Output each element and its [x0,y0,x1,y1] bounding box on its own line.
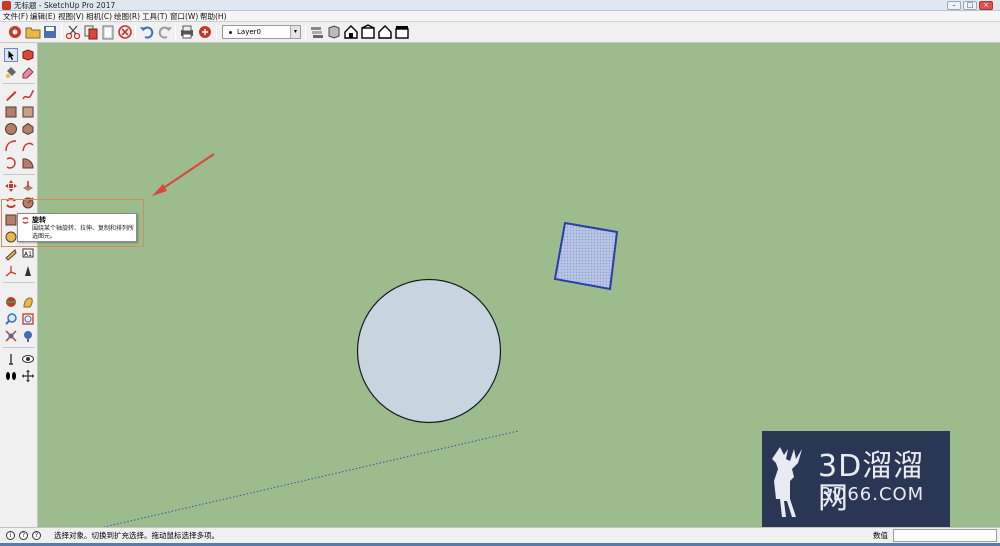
top-view-icon[interactable] [360,24,376,40]
toolbar-separator [61,25,62,40]
rectangle-icon[interactable] [4,105,18,119]
toolbar-separator [175,25,176,40]
status-text: 选择对象。切换到扩充选择。拖动鼠标选择多项。 [54,531,219,540]
maximize-button[interactable]: □ [963,1,977,10]
window-title: 无标题 - SketchUp Pro 2017 [14,1,116,10]
undo-icon[interactable] [139,24,155,40]
blue-axis-dotted [102,430,519,527]
look-around-icon[interactable] [21,352,35,366]
rotate-tool-tooltip: 旋转 围绕某个轴旋转、拉伸、复制和排列所选图元。 [17,213,137,242]
zoom-window-icon[interactable] [21,312,35,326]
tooltip-title: 旋转 [32,216,46,224]
palette-separator [3,282,35,283]
annotation-arrow [152,153,215,196]
menu-camera[interactable]: 相机(C) [86,11,112,22]
close-button[interactable]: × [979,1,993,10]
three-point-arc-icon[interactable] [4,156,18,170]
zoom-icon[interactable] [4,312,18,326]
menu-tools[interactable]: 工具(T) [142,11,167,22]
section-plane-icon[interactable] [21,369,35,383]
orbit-icon[interactable] [4,295,18,309]
toolbar-separator [135,25,136,40]
save-icon[interactable] [42,24,58,40]
rotate-icon [22,217,29,224]
tooltip-description: 围绕某个轴旋转、拉伸、复制和排列所选图元。 [32,225,135,240]
sketchup-app-icon [2,1,11,10]
layer-indicator-icon [229,31,232,34]
circle-icon[interactable] [4,122,18,136]
freehand-icon[interactable] [21,88,35,102]
menu-view[interactable]: 视图(V) [58,11,84,22]
3d-text-icon[interactable] [21,264,35,278]
push-pull-icon[interactable] [21,179,35,193]
right-view-icon[interactable] [394,24,410,40]
paste-icon[interactable] [100,24,116,40]
text-tool-icon[interactable]: A1 [21,247,35,261]
pan-icon[interactable] [21,295,35,309]
open-folder-icon[interactable] [25,24,41,40]
zoom-extents-icon[interactable] [4,329,18,343]
polygon-icon[interactable] [21,122,35,136]
front-view-icon[interactable] [377,24,393,40]
walk-icon[interactable] [4,352,18,366]
measurements-label: 数值 [873,531,888,540]
help-icon[interactable]: ? [32,531,41,540]
watermark-brand: 3D溜溜网 [818,449,925,516]
iso-view-icon[interactable] [343,24,359,40]
tape-measure-icon[interactable] [4,247,18,261]
selected-square-face[interactable] [553,221,619,291]
menu-edit[interactable]: 编辑(E) [30,11,56,22]
palette-separator [3,174,35,175]
menu-file[interactable]: 文件(F) [3,11,28,22]
svg-text:A1: A1 [24,251,32,258]
paint-bucket-icon[interactable] [4,65,18,79]
watermark-url: 3D66.COM [820,484,925,505]
cut-icon[interactable] [65,24,81,40]
info-icon[interactable]: i [6,531,15,540]
drawing-canvas[interactable]: 3D溜溜网 3D66.COM [38,43,1000,527]
chevron-down-icon[interactable]: ▾ [290,26,300,38]
copy-icon[interactable] [83,24,99,40]
palette-separator [3,83,35,84]
toolbar-separator [305,25,306,40]
circle-face[interactable] [356,278,502,424]
title-bar: 无标题 - SketchUp Pro 2017 – □ × [0,0,1000,11]
layer-dropdown-value: Layer0 [237,28,261,36]
select-arrow-icon[interactable] [4,48,18,62]
erase-icon[interactable] [117,24,133,40]
watermark-logo: 3D溜溜网 3D66.COM [762,431,950,527]
geo-location-icon[interactable]: ? [19,531,28,540]
measurements-input[interactable] [893,529,997,542]
toolbar-separator [216,25,217,40]
move-icon[interactable] [4,179,18,193]
model-settings-icon[interactable] [197,24,213,40]
make-component-icon[interactable] [21,48,35,62]
layer-dropdown[interactable]: Layer0 ▾ [222,25,301,39]
component-icon[interactable] [326,24,342,40]
deer-logo-icon [772,447,802,517]
redo-icon[interactable] [157,24,173,40]
menu-bar: 文件(F) 编辑(E) 视图(V) 相机(C) 绘图(R) 工具(T) 窗口(W… [0,11,1000,22]
arc-icon[interactable] [4,139,18,153]
left-tool-palette: A1 [0,43,38,527]
position-camera-icon[interactable] [21,329,35,343]
main-toolbar: Layer0 ▾ [0,22,1000,43]
pencil-line-icon[interactable] [4,88,18,102]
eraser-icon[interactable] [21,65,35,79]
menu-draw[interactable]: 绘图(R) [114,11,140,22]
footprints-icon[interactable] [4,369,18,383]
pie-icon[interactable] [21,156,35,170]
layer-manager-icon[interactable] [309,24,325,40]
axes-icon[interactable] [4,264,18,278]
palette-separator [3,347,35,348]
model-info-icon[interactable] [7,24,23,40]
minimize-button[interactable]: – [947,1,961,10]
menu-help[interactable]: 帮助(H) [200,11,227,22]
two-point-arc-icon[interactable] [21,139,35,153]
rotated-rectangle-icon[interactable] [21,105,35,119]
menu-window[interactable]: 窗口(W) [170,11,198,22]
print-icon[interactable] [179,24,195,40]
